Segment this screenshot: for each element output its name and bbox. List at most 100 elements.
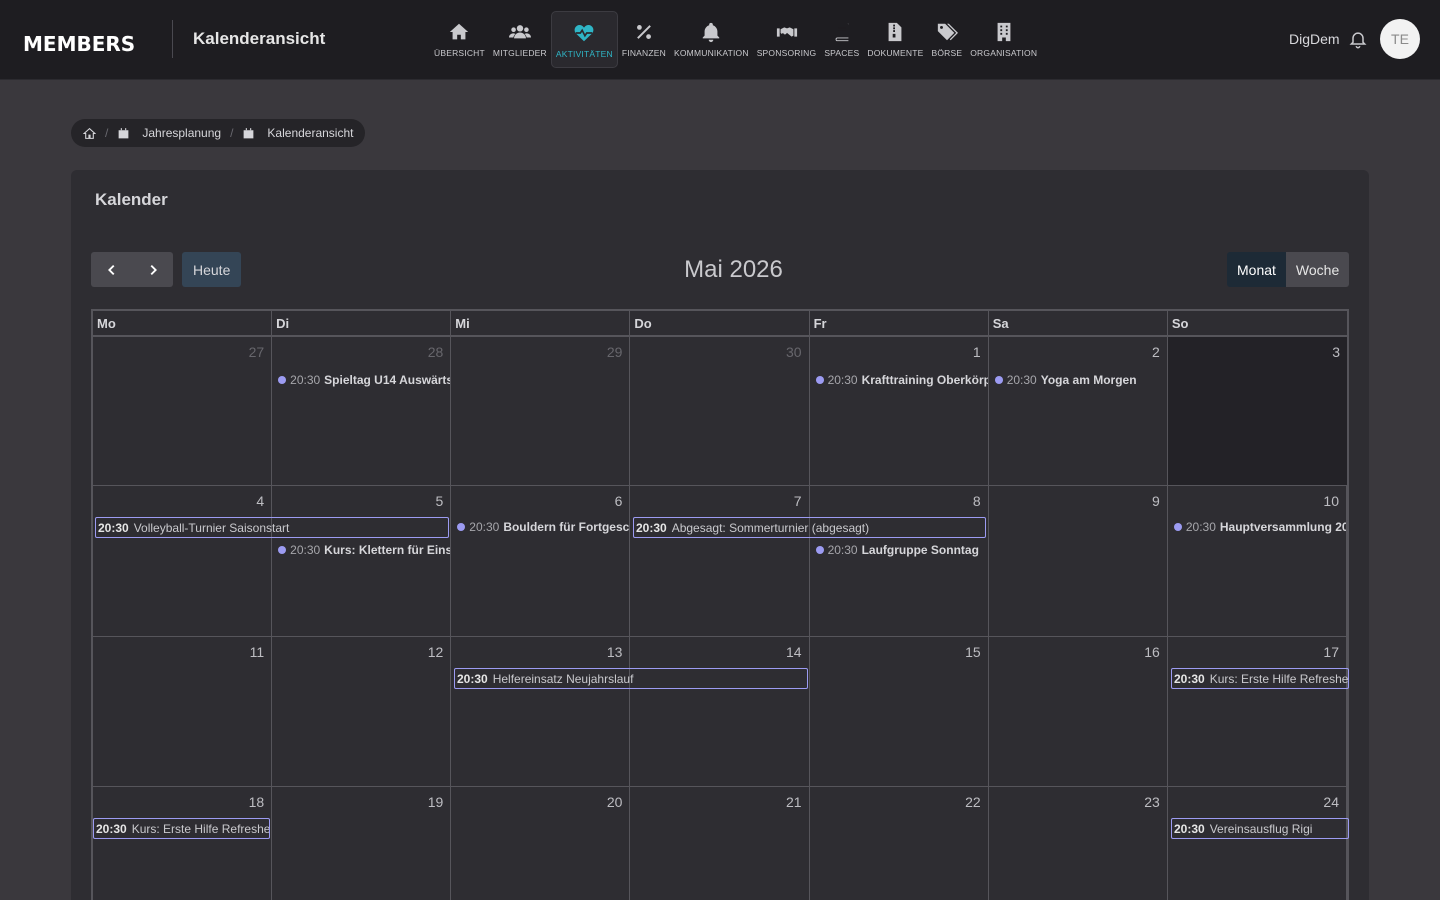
day-cell[interactable]: 7 [630,486,810,636]
event-time: 20:30 [96,821,127,836]
day-number: 12 [427,644,444,660]
day-cell[interactable]: 16 [989,637,1168,786]
day-cell[interactable]: 14 [630,637,810,786]
day-cell[interactable]: 10 20:30Hauptversammlung 2026 [1168,486,1347,636]
members-logo[interactable]: MEMBERS [23,22,153,58]
day-cell[interactable]: 29 [451,337,631,485]
day-cell-today[interactable]: 3 [1167,337,1347,485]
breadcrumb-label: Kalenderansicht [267,126,354,140]
event-dot [1173,523,1182,531]
day-cell[interactable]: 18 [93,787,273,900]
event-title: Krafttraining Oberkörper [861,373,988,387]
month-view-button[interactable]: Monat [1227,252,1286,287]
calendar-event-multiday[interactable]: 20:30 Vereinsausflug Rigi [1171,818,1349,839]
view-toggle: Monat Woche [1227,252,1350,287]
nav-item-boerse[interactable]: BÖRSE [927,11,966,68]
calendar-event-multiday[interactable]: 20:30 Volleyball-Turnier Saisonstart [95,517,449,538]
calendar-event-multiday[interactable]: 20:30 Kurs: Erste Hilfe Refresher [93,818,270,839]
day-cell[interactable]: 5 20:30Kurs: Klettern für Einsteiger [272,486,452,636]
event-dot [278,376,287,384]
day-cell[interactable]: 11 [93,637,273,786]
header-divider [172,20,173,58]
day-cell[interactable]: 6 20:30Bouldern für Fortgeschrittene [451,486,631,636]
weekday-header: Mo Di Mi Do Fr Sa So [91,309,1349,337]
avatar[interactable]: TE [1380,19,1420,59]
calendar-event[interactable]: 20:30Kurs: Klettern für Einsteiger [278,543,450,557]
day-cell[interactable]: 17 [1168,637,1347,786]
day-cell[interactable]: 1 20:30Krafttraining Oberkörper [810,337,989,485]
calendar-event[interactable]: 20:30 Laufgruppe Sonntag [815,543,988,557]
breadcrumb-item-jahresplanung[interactable]: Jahresplanung [117,126,221,140]
calendar-event[interactable]: 20:30 Spieltag U14 Auswärts [278,373,450,387]
day-cell[interactable]: 23 [989,787,1168,900]
nav-item-spaces[interactable]: SPACES [820,11,863,68]
calendar-event-multiday[interactable]: 20:30 Abgesagt: Sommerturnier (abgesagt) [633,517,986,538]
day-cell[interactable]: 4 [93,486,273,636]
day-number: 7 [793,493,802,509]
day-cell[interactable]: 28 20:30 Spieltag U14 Auswärts [272,337,452,485]
nav-label: FINANZEN [621,48,666,58]
day-number: 24 [1323,794,1339,810]
nav-item-sponsoring[interactable]: SPONSORING [753,11,821,68]
calendar-icon [118,127,129,138]
calendar-week: 4 5 20:30Kurs: Klettern für Einsteiger 6… [93,486,1347,637]
day-cell[interactable]: 20 [451,787,631,900]
day-cell[interactable]: 27 [93,337,273,485]
calendar-event-multiday[interactable]: 20:30 Helfereinsatz Neujahrslauf [454,668,808,689]
day-cell[interactable]: 13 [451,637,631,786]
calendar-card: Kalender Heute Mai 2026 Monat Woche Mo D… [71,170,1369,900]
prev-month-button[interactable] [91,252,132,287]
calendar-event[interactable]: 20:30 Yoga am Morgen [994,373,1167,387]
calendar-week: 18 19 20 21 22 23 24 20:30 Kurs: Erste Hi… [93,787,1349,900]
book-icon [835,23,849,42]
day-number: 14 [785,644,802,660]
nav-label: DOKUMENTE [867,48,924,58]
calendar-event[interactable]: 20:30Krafttraining Oberkörper [815,373,988,387]
breadcrumb-label: Jahresplanung [142,126,222,140]
nav-item-dokumente[interactable]: DOKUMENTE [863,11,927,68]
day-cell[interactable]: 15 [810,637,989,786]
week-view-button[interactable]: Woche [1285,252,1350,287]
breadcrumb-item-kalenderansicht[interactable]: Kalenderansicht [242,126,353,140]
nav-item-finanzen[interactable]: FINANZEN [618,11,670,68]
calendar-event[interactable]: 20:30Hauptversammlung 2026 [1173,520,1346,534]
calendar-grid: Mo Di Mi Do Fr Sa So 27 28 20:30 Spieltag… [91,309,1349,900]
day-cell[interactable]: 2 20:30 Yoga am Morgen [989,337,1168,485]
nav-label: BÖRSE [931,48,963,58]
day-cell[interactable]: 9 [989,486,1168,636]
event-title: Volleyball-Turnier Saisonstart [133,520,290,535]
nav-item-kommunikation[interactable]: KOMMUNIKATION [670,11,753,68]
user-name[interactable]: DigDem [1289,31,1340,47]
day-cell[interactable]: 21 [630,787,810,900]
day-cell[interactable]: 24 [1168,787,1347,900]
nav-item-organisation[interactable]: ORGANISATION [966,11,1041,68]
nav-item-mitglieder[interactable]: MITGLIEDER [489,11,551,68]
day-number: 5 [435,493,444,509]
today-button[interactable]: Heute [182,252,242,287]
day-cell[interactable]: 22 [810,787,989,900]
day-cell[interactable]: 12 [272,637,452,786]
calendar-event[interactable]: 20:30Bouldern für Fortgeschrittene [457,520,629,534]
home-icon[interactable] [83,127,96,140]
home-icon [450,23,469,40]
day-number: 6 [614,493,623,509]
event-time: 20:30 [469,520,500,534]
nav-item-aktivitaeten[interactable]: AKTIVITÄTEN [550,11,618,68]
next-month-button[interactable] [132,252,173,287]
event-title: Spieltag U14 Auswärts [324,373,451,387]
weekday-label: Mo [93,311,273,335]
event-time: 20:30 [457,671,488,686]
event-dot [457,523,466,531]
calendar-week: 27 28 20:30 Spieltag U14 Auswärts 29 30 1… [93,337,1347,486]
calendar-month-title: Mai 2026 [684,256,783,283]
day-number: 27 [248,344,265,360]
notification-bell-icon[interactable] [1348,28,1368,50]
day-cell[interactable]: 30 [630,337,810,485]
nav-item-uebersicht[interactable]: ÜBERSICHT [430,11,489,68]
calendar-event-multiday[interactable]: 20:30 Kurs: Erste Hilfe Refresher [1171,668,1349,689]
day-cell[interactable]: 19 [272,787,452,900]
breadcrumb-separator: / [105,126,109,140]
logo-text: MEMBERS [23,32,136,56]
day-cell[interactable]: 8 20:30 Laufgruppe Sonntag [810,486,989,636]
event-time: 20:30 [290,543,321,557]
